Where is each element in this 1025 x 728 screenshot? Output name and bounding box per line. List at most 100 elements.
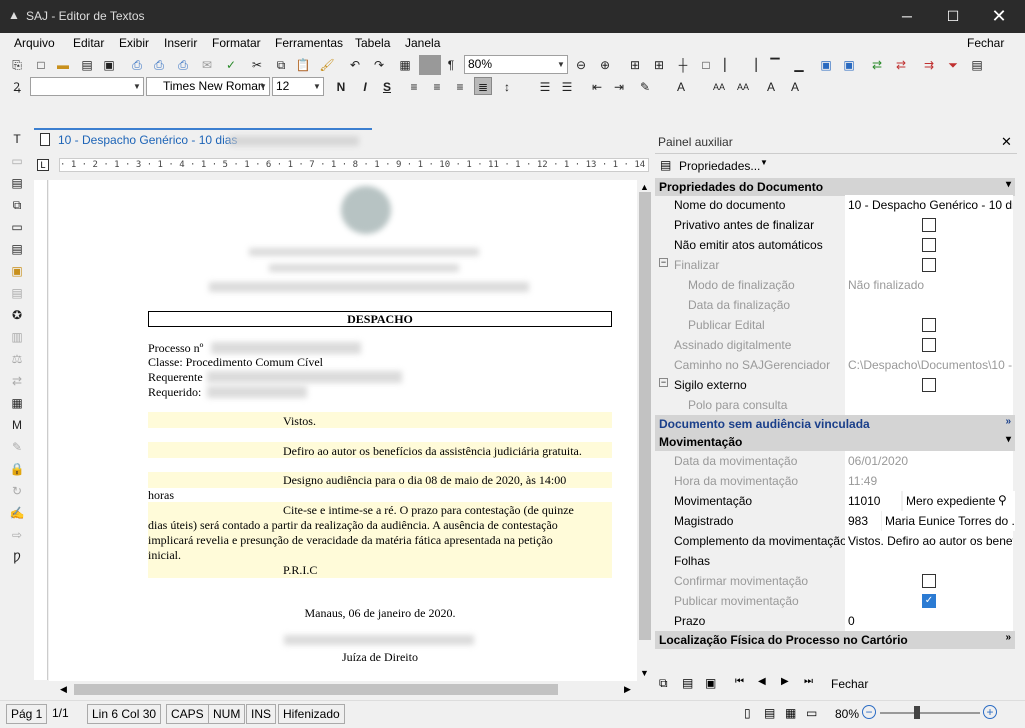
font-select[interactable]: Times New Roman ▼ [146,77,270,96]
horizontal-scroll-thumb[interactable] [74,684,558,695]
email-icon[interactable]: ✉ [198,56,216,74]
confirmar-checkbox[interactable] [922,574,936,588]
menu-arquivo[interactable]: Arquivo [14,36,55,50]
align-left-icon[interactable]: ≡ [405,78,423,96]
remove-field-icon[interactable]: ⇄ [892,56,910,74]
vertical-scrollbar[interactable]: ▲ ▼ [637,180,653,681]
font-color-icon[interactable]: A [672,78,690,96]
menu-editar[interactable]: Editar [73,36,104,50]
open-folder-icon[interactable]: ▬ [54,56,72,74]
spellcheck-icon[interactable]: ✓ [222,56,240,74]
publicar-edital-checkbox[interactable] [922,318,936,332]
undo-icon[interactable]: ↶ [346,56,364,74]
vertical-scroll-thumb[interactable] [639,192,651,640]
refresh-icon[interactable]: ▣ [705,676,716,690]
print-icon[interactable]: ⎙ [128,56,146,74]
horizontal-ruler[interactable]: L · 1 · 2 · 1 · 3 · 1 · 4 · 1 · 5 · 1 · … [34,155,654,175]
style-icon[interactable]: Ꝝ [8,78,26,96]
menu-janela[interactable]: Janela [405,36,440,50]
cut-icon[interactable]: ✂ [248,56,266,74]
search-icon[interactable]: ⚲ [998,493,1007,507]
insert-field-icon[interactable]: ⇄ [868,56,886,74]
prop-value[interactable]: Vistos. Defiro ao autor os benef... [845,531,1013,551]
justify-icon[interactable]: ≣ [474,77,492,95]
style-select[interactable]: ▼ [30,77,144,96]
copy-icon[interactable]: ⧉ [659,676,668,691]
align-right-icon[interactable]: ≡ [451,78,469,96]
marker-icon[interactable]: Ƿ [8,548,26,566]
nao-emitir-checkbox[interactable] [922,238,936,252]
zoom-slider[interactable] [880,712,980,714]
border-inner-icon[interactable]: ┼ [674,56,692,74]
border-outer-icon[interactable]: □ [697,56,715,74]
border-grid-icon[interactable]: ⊞ [650,56,668,74]
minimize-button[interactable]: ─ [884,0,930,33]
field-list-icon[interactable]: ⇉ [920,56,938,74]
copy-icon[interactable]: ⧉ [272,56,290,74]
comment-icon[interactable]: ▭ [8,218,26,236]
menu-ferramentas[interactable]: Ferramentas [275,36,343,50]
numbering-icon[interactable]: ☰ [558,78,576,96]
assinado-checkbox[interactable] [922,338,936,352]
section-audiencia[interactable]: Documento sem audiência vinculada » [655,415,1015,433]
field-options-icon[interactable]: ▤ [968,56,986,74]
menu-fechar[interactable]: Fechar [967,36,1004,50]
view-page-icon[interactable]: ▯ [744,706,751,720]
zoom-in-button[interactable]: + [983,705,997,719]
save-icon[interactable]: ▣ [100,56,118,74]
last-icon[interactable]: ⏭ [804,676,813,687]
properties-button[interactable]: Propriedades... [679,159,760,173]
section-localizacao[interactable]: Localização Física do Processo no Cartór… [655,631,1015,649]
paste-icon[interactable]: ▤ [682,676,693,690]
new-document-icon[interactable]: ⎘ [8,56,26,74]
table-grid-icon[interactable] [419,55,441,75]
zoom-slider-thumb[interactable] [914,706,920,719]
mark-icon[interactable]: M [8,416,26,434]
folder-doc-icon[interactable]: ▣ [8,262,26,280]
pilcrow-icon[interactable]: ¶ [442,56,460,74]
line-spacing-icon[interactable]: ↕ [498,78,516,96]
prop-value[interactable]: 10 - Despacho Genérico - 10 di... [845,195,1013,215]
view-full-icon[interactable]: ▭ [806,706,817,720]
scroll-down-icon[interactable]: ▼ [640,668,649,678]
underline-button[interactable]: S [378,78,396,96]
award-icon[interactable]: ✪ [8,306,26,324]
zoom-out-icon[interactable]: ⊖ [572,56,590,74]
document-canvas[interactable]: DESPACHO Processo nº Classe: Procediment… [49,180,637,681]
tab-stop-icon[interactable]: L [37,159,49,171]
zoom-select[interactable]: 80% ▼ [464,55,568,74]
calendar-icon[interactable]: ▦ [8,394,26,412]
view-web-icon[interactable]: ▦ [785,706,796,720]
template-icon[interactable]: ▤ [78,56,96,74]
next-icon[interactable]: ▶ [781,676,789,687]
border-left-icon[interactable]: ▏ [720,56,738,74]
scroll-left-icon[interactable]: ◀ [60,684,67,695]
menu-exibir[interactable]: Exibir [119,36,149,50]
bullets-icon[interactable]: ☰ [536,78,554,96]
section-movimentacao[interactable]: Movimentação ▾ [655,433,1015,451]
print-preview-icon[interactable]: ⎙ [150,56,168,74]
split-cells-icon[interactable]: ▣ [817,56,835,74]
italic-button[interactable]: I [356,78,374,96]
blank-page-icon[interactable]: □ [32,56,50,74]
document-list-icon[interactable]: ▤ [8,174,26,192]
panel-close-icon[interactable]: ✕ [1001,134,1012,150]
close-window-button[interactable]: ✕ [976,0,1022,33]
scroll-up-icon[interactable]: ▲ [640,182,649,192]
prop-value[interactable] [845,395,1013,415]
privativo-checkbox[interactable] [922,218,936,232]
horizontal-scrollbar[interactable]: ◀ ▶ [56,681,637,698]
scroll-right-icon[interactable]: ▶ [624,684,631,695]
border-all-icon[interactable]: ⊞ [626,56,644,74]
zoom-in-icon[interactable]: ⊕ [596,56,614,74]
lock-icon[interactable]: 🔒 [8,460,26,478]
bold-button[interactable]: N [332,78,350,96]
border-right-icon[interactable]: ▕ [743,56,761,74]
prop-value[interactable]: 0 [845,611,1013,631]
sigilo-checkbox[interactable] [922,378,936,392]
panel-close-button[interactable]: Fechar [831,677,868,691]
shrink-font-icon[interactable]: AA [734,78,752,96]
tab-document[interactable]: 10 - Despacho Genérico - 10 dias [34,128,372,150]
filter-icon[interactable]: ⏷ [944,56,962,74]
prop-value-2[interactable]: Maria Eunice Torres do ... [882,511,1015,531]
